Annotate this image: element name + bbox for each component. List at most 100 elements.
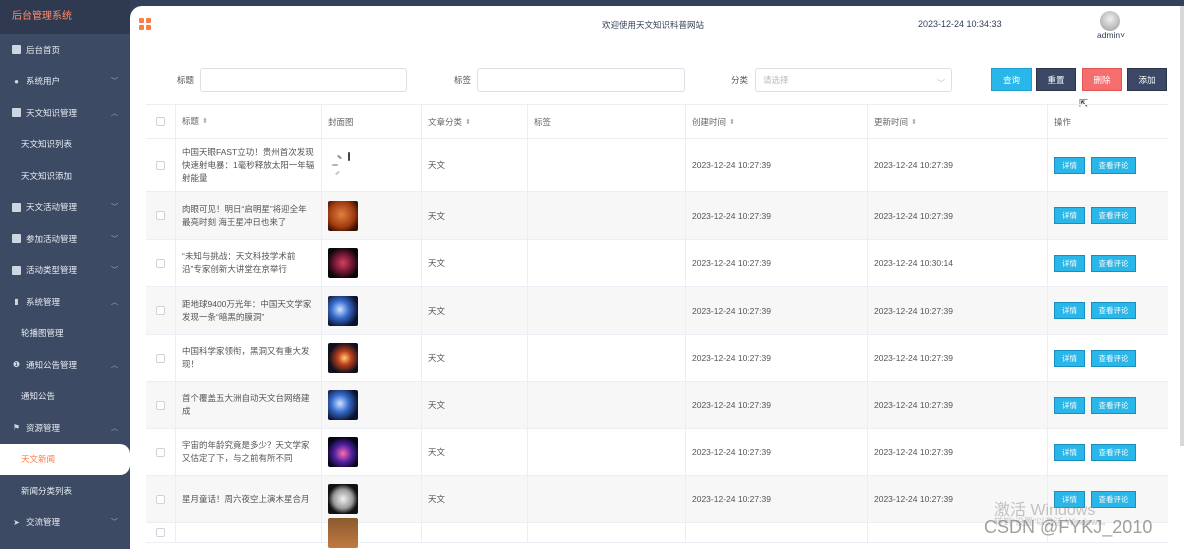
sidebar-item-home[interactable]: 后台首页 bbox=[0, 34, 130, 66]
table-row[interactable]: 宇宙的年龄究竟是多少？天文学家又估定了下，与之前有所不同 天文 2023-12-24… bbox=[146, 429, 1168, 476]
reset-button[interactable]: 重置 bbox=[1036, 68, 1076, 91]
sidebar-item-knowledge-list[interactable]: 天文知识列表 bbox=[0, 128, 130, 160]
add-button[interactable]: 添加 bbox=[1127, 68, 1167, 91]
table-row[interactable]: 中国天眼FAST立功！贵州首次发现快速射电暴：1毫秒释放太阳一年辐射能量 天文 20… bbox=[146, 139, 1168, 192]
detail-button[interactable]: 详情 bbox=[1054, 349, 1085, 367]
row-title-text: 星月童话！周六夜空上演木星合月 bbox=[182, 493, 310, 504]
detail-button[interactable]: 详情 bbox=[1054, 396, 1085, 414]
grid-menu-icon[interactable] bbox=[139, 18, 151, 30]
user-menu[interactable]: admin˅ bbox=[1097, 30, 1125, 40]
sidebar-item-carousel[interactable]: 轮播图管理 bbox=[0, 317, 130, 349]
row-checkbox[interactable] bbox=[156, 353, 165, 363]
sidebar-item-notice-manage[interactable]: ❶ 通知公告管理 ︿ bbox=[0, 349, 130, 381]
view-comments-button[interactable]: 查看评论 bbox=[1091, 490, 1136, 508]
detail-button[interactable]: 详情 bbox=[1054, 207, 1085, 224]
row-updated: 2023-12-24 10:27:39 bbox=[868, 139, 1048, 191]
checkbox-icon bbox=[12, 108, 21, 118]
row-created: 2023-12-24 10:27:39 bbox=[686, 429, 868, 475]
sidebar-item-activity-manage[interactable]: 天文活动管理 ﹀ bbox=[0, 192, 130, 224]
view-comments-button[interactable]: 查看评论 bbox=[1091, 349, 1136, 367]
view-comments-button[interactable]: 查看评论 bbox=[1091, 254, 1136, 272]
csdn-watermark: CSDN @FYKJ_2010 bbox=[984, 517, 1153, 537]
category-select[interactable]: 请选择 ﹀ bbox=[755, 68, 952, 92]
view-comments-button[interactable]: 查看评论 bbox=[1091, 396, 1136, 414]
row-checkbox[interactable] bbox=[156, 160, 165, 170]
vertical-scrollbar[interactable] bbox=[1180, 6, 1184, 446]
row-created: 2023-12-24 10:27:39 bbox=[686, 335, 868, 381]
detail-button[interactable]: 详情 bbox=[1054, 254, 1085, 272]
row-actions: 详情 查看评论 bbox=[1048, 382, 1168, 428]
table-row[interactable]: 首个覆盖五大洲自动天文台网络建成 天文 2023-12-24 10:27:39 202… bbox=[146, 382, 1168, 429]
sidebar-item-astro-news[interactable]: 天文新闻 bbox=[0, 443, 130, 475]
tag-filter-input[interactable] bbox=[477, 68, 685, 92]
row-updated-text: 2023-12-24 10:30:14 bbox=[874, 258, 953, 268]
col-actions-label: 操作 bbox=[1054, 116, 1072, 127]
row-created-text: 2023-12-24 10:27:39 bbox=[692, 210, 771, 221]
sidebar-item-label: 天文活动管理 bbox=[26, 202, 78, 213]
row-updated-text: 2023-12-24 10:27:39 bbox=[874, 494, 953, 504]
view-comments-button[interactable]: 查看评论 bbox=[1091, 443, 1136, 461]
col-created[interactable]: 创建时间 ⬍ bbox=[686, 105, 868, 138]
row-checkbox[interactable] bbox=[156, 447, 165, 457]
row-category-text: 天文 bbox=[428, 258, 446, 268]
col-updated[interactable]: 更新时间 ⬍ bbox=[868, 105, 1048, 138]
sidebar-item-exchange-manage[interactable]: ➤ 交流管理 ﹀ bbox=[0, 507, 130, 539]
view-comments-button[interactable]: 查看评论 bbox=[1091, 302, 1136, 319]
row-updated-text: 2023-12-24 10:27:39 bbox=[874, 305, 953, 316]
row-tag bbox=[528, 429, 686, 475]
detail-button[interactable]: 详情 bbox=[1054, 443, 1085, 461]
send-icon: ➤ bbox=[13, 517, 20, 527]
table-row[interactable]: 肉眼可见！明日“启明星”将迎全年最亮时刻 海王星冲日也来了 天文 2023-12-2… bbox=[146, 192, 1168, 240]
chevron-down-icon: ﹀ bbox=[111, 78, 118, 86]
row-category-text: 天文 bbox=[428, 400, 446, 410]
delete-button[interactable]: 删除 bbox=[1082, 68, 1122, 91]
col-title[interactable]: 标题 ⬍ bbox=[176, 105, 322, 138]
sidebar-item-notice[interactable]: 通知公告 bbox=[0, 380, 130, 412]
sidebar-item-system-users[interactable]: ● 系统用户 ﹀ bbox=[0, 66, 130, 98]
row-checkbox[interactable] bbox=[156, 258, 165, 268]
col-category-label: 文章分类 bbox=[428, 116, 463, 127]
row-cover bbox=[322, 192, 422, 239]
row-created: 2023-12-24 10:27:39 bbox=[686, 382, 868, 428]
table-row[interactable]: “未知与挑战：天文科技学术前沿”专家创新大讲堂在京举行 天文 2023-12-24 … bbox=[146, 240, 1168, 287]
checkbox-icon bbox=[12, 234, 21, 244]
cover-image bbox=[328, 200, 358, 231]
sidebar-item-join-activity[interactable]: 参加活动管理 ﹀ bbox=[0, 223, 130, 255]
row-checkbox[interactable] bbox=[156, 494, 165, 504]
sidebar-item-news-category[interactable]: 新闻分类列表 bbox=[0, 475, 130, 507]
row-checkbox[interactable] bbox=[156, 211, 165, 220]
col-category[interactable]: 文章分类 ⬍ bbox=[422, 105, 528, 138]
sort-icon: ⬍ bbox=[911, 118, 917, 126]
select-all-checkbox[interactable] bbox=[156, 117, 165, 126]
view-comments-button[interactable]: 查看评论 bbox=[1091, 156, 1136, 174]
view-comments-button[interactable]: 查看评论 bbox=[1091, 207, 1136, 224]
row-select-cell bbox=[146, 287, 176, 334]
sidebar-item-knowledge-add[interactable]: 天文知识添加 bbox=[0, 160, 130, 192]
row-updated-text: 2023-12-24 10:27:39 bbox=[874, 353, 953, 363]
row-cover bbox=[322, 476, 422, 522]
sidebar-item-activity-type[interactable]: 活动类型管理 ﹀ bbox=[0, 255, 130, 287]
table-row[interactable]: 距地球9400万光年：中国天文学家发现一条“暗黑的膜洞” 天文 2023-12-24… bbox=[146, 287, 1168, 335]
row-category-text: 天文 bbox=[428, 305, 446, 316]
detail-button[interactable]: 详情 bbox=[1054, 302, 1085, 319]
row-checkbox[interactable] bbox=[156, 306, 165, 315]
select-all-cell bbox=[146, 105, 176, 138]
row-title-text: “未知与挑战：天文科技学术前沿”专家创新大讲堂在京举行 bbox=[182, 251, 296, 274]
row-checkbox[interactable] bbox=[156, 528, 165, 537]
row-checkbox[interactable] bbox=[156, 400, 165, 410]
chevron-up-icon: ︿ bbox=[111, 361, 118, 369]
sidebar-item-knowledge-manage[interactable]: 天文知识管理 ︿ bbox=[0, 97, 130, 129]
sidebar-item-resource-manage[interactable]: ⚑ 资源管理 ︿ bbox=[0, 412, 130, 444]
chevron-down-icon: ﹀ bbox=[111, 267, 118, 275]
col-tag: 标签 bbox=[528, 105, 686, 138]
detail-button[interactable]: 详情 bbox=[1054, 156, 1085, 174]
avatar[interactable] bbox=[1100, 11, 1120, 31]
table-row[interactable]: 中国科学家领衔，黑洞又有重大发现！ 天文 2023-12-24 10:27:39 20… bbox=[146, 335, 1168, 382]
row-updated-text: 2023-12-24 10:27:39 bbox=[874, 400, 953, 410]
query-button[interactable]: 查询 bbox=[991, 68, 1032, 91]
row-category: 天文 bbox=[422, 240, 528, 286]
title-filter-input[interactable] bbox=[200, 68, 407, 92]
sidebar-item-system-manage[interactable]: ▮ 系统管理 ︿ bbox=[0, 286, 130, 318]
row-select-cell bbox=[146, 139, 176, 191]
sidebar-item-label: 后台首页 bbox=[26, 44, 61, 55]
